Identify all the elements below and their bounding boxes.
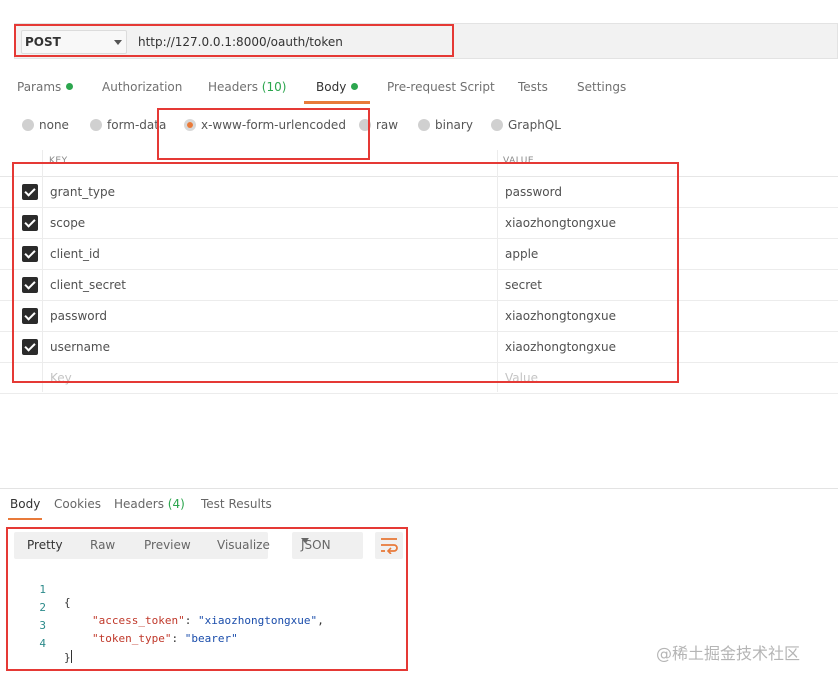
tab-params[interactable]: Params	[17, 80, 74, 104]
annotation-box-response	[6, 527, 408, 671]
tab-headers[interactable]: Headers (10)	[208, 80, 286, 104]
response-tab-test-results[interactable]: Test Results	[201, 497, 272, 511]
annotation-box-url	[14, 24, 454, 57]
watermark: @稀土掘金技术社区	[656, 644, 801, 663]
tab-tests[interactable]: Tests	[518, 80, 548, 104]
status-dot-icon	[66, 83, 74, 90]
request-tabs: Params Authorization Headers (10) Body P…	[0, 80, 838, 104]
response-tab-cookies[interactable]: Cookies	[54, 497, 101, 511]
annotation-box-body-type	[157, 108, 370, 160]
tab-pre-request-script[interactable]: Pre-request Script	[387, 80, 495, 104]
tab-settings[interactable]: Settings	[577, 80, 626, 104]
annotation-box-params	[12, 162, 679, 383]
tab-body[interactable]: Body	[303, 80, 371, 104]
tab-authorization[interactable]: Authorization	[102, 80, 182, 104]
status-dot-icon	[351, 83, 359, 90]
response-tab-body[interactable]: Body	[7, 497, 43, 520]
response-tab-headers[interactable]: Headers (4)	[114, 497, 185, 511]
